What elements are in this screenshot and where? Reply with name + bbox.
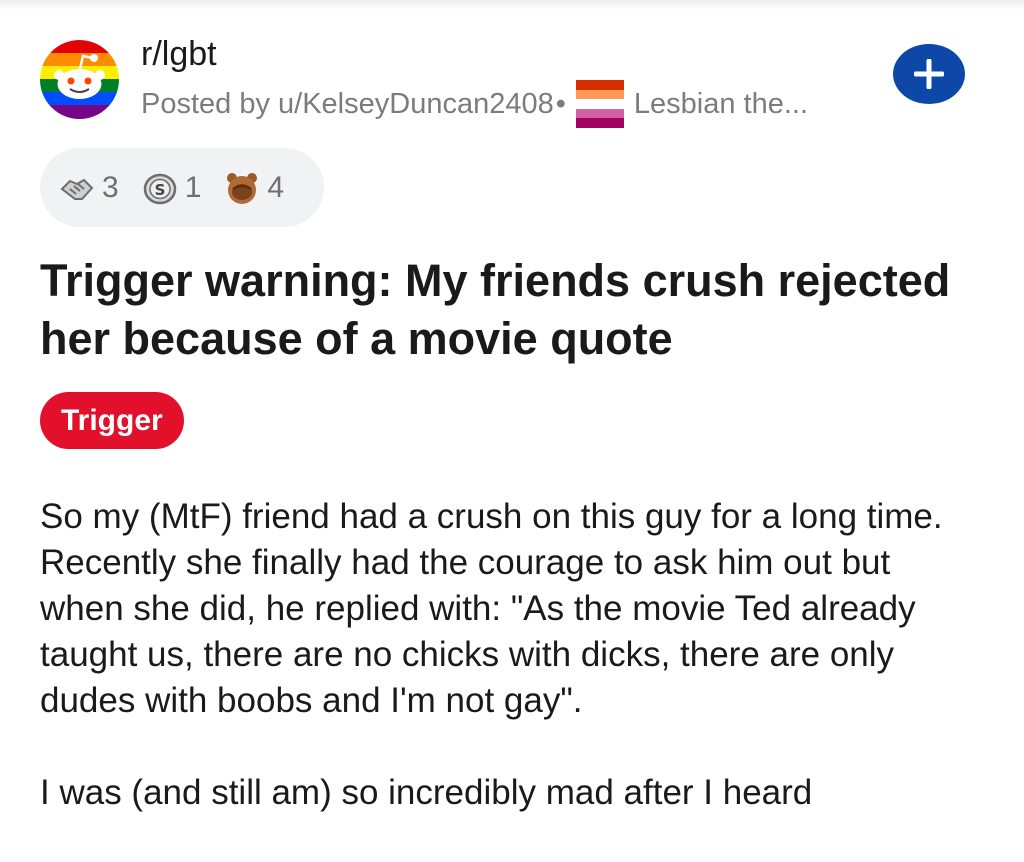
svg-text:S: S: [154, 181, 165, 199]
subreddit-avatar[interactable]: [40, 40, 119, 119]
post-body: So my (MtF) friend had a crush on this g…: [40, 494, 970, 862]
silver-coin-award-icon: S: [143, 173, 176, 204]
post-meta: Posted by u/KelseyDuncan2408 • Lesbian t…: [141, 80, 809, 128]
top-divider: [0, 0, 1024, 10]
body-paragraph: I was (and still am) so incredibly mad a…: [40, 773, 813, 812]
award-count: 3: [102, 170, 119, 204]
facepalm-bear-award-icon: [227, 172, 258, 204]
plus-icon: [914, 59, 944, 89]
awards-bar[interactable]: 3 S 1 4: [40, 148, 324, 227]
body-paragraph: So my (MtF) friend had a crush on this g…: [40, 497, 943, 720]
post-title[interactable]: Trigger warning: My friends crush reject…: [40, 252, 1000, 368]
award-handshake[interactable]: 3: [58, 169, 119, 207]
join-button[interactable]: [893, 44, 965, 104]
award-count: 1: [184, 170, 202, 204]
posted-by[interactable]: Posted by u/KelseyDuncan2408: [141, 88, 554, 121]
award-silver[interactable]: S 1: [141, 169, 202, 207]
subreddit-name[interactable]: r/lgbt: [141, 34, 217, 74]
meta-separator: •: [555, 87, 566, 120]
user-flair-text: Lesbian the...: [633, 87, 809, 120]
award-count: 4: [267, 170, 285, 204]
handshake-award-icon: [60, 178, 94, 200]
lesbian-flag-icon: [575, 80, 624, 128]
rainbow-snoo-icon: [40, 40, 119, 119]
award-facepalm[interactable]: 4: [223, 169, 284, 207]
post-flair-badge[interactable]: Trigger: [40, 392, 184, 449]
